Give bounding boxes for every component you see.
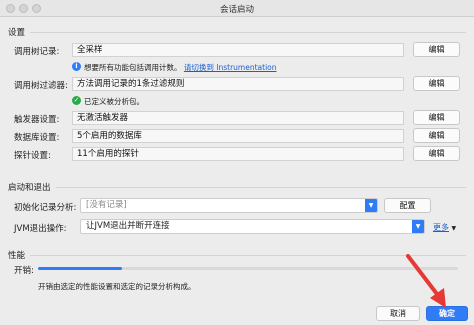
more-dropdown[interactable]: 更多 ▼ <box>433 222 456 233</box>
init-record-select[interactable]: [没有记录] ▼ <box>80 198 378 213</box>
startup-divider <box>56 187 466 188</box>
window-title: 会话启动 <box>219 5 254 15</box>
overhead-slider-fill <box>38 267 122 270</box>
call-tree-record-field: 全采样 <box>72 43 404 57</box>
startup-exit-heading: 启动和退出 <box>8 183 51 193</box>
session-startup-dialog: 会话启动 设置 调用树记录: 全采样 编辑 i 想要所有功能包括调用计数。 请切… <box>0 0 474 325</box>
jvm-exit-label: JVM退出操作: <box>14 224 67 234</box>
call-tree-filter-label: 调用树过滤器: <box>14 81 68 91</box>
call-tree-filter-field: 方法调用记录的1条过滤规则 <box>72 77 404 91</box>
hint-text: 想要所有功能包括调用计数。 <box>84 63 182 72</box>
title-bar: 会话启动 <box>0 0 474 17</box>
probe-label: 探针设置: <box>14 151 51 161</box>
chevron-down-icon: ▼ <box>451 225 457 232</box>
init-record-placeholder: [没有记录] <box>86 200 127 210</box>
call-tree-record-label: 调用树记录: <box>14 47 60 57</box>
info-icon: i <box>72 62 81 71</box>
performance-heading: 性能 <box>8 251 26 261</box>
chevron-down-icon: ▼ <box>365 199 377 212</box>
chevron-down-icon: ▼ <box>412 220 424 233</box>
check-icon: ✓ <box>72 96 81 105</box>
probe-edit-button[interactable]: 编辑 <box>413 146 460 161</box>
settings-divider <box>30 32 466 33</box>
settings-heading: 设置 <box>8 28 26 38</box>
overhead-label: 开销: <box>14 266 34 276</box>
more-link[interactable]: 更多 <box>433 223 449 232</box>
filter-status-text: 已定义被分析包。 <box>84 97 144 106</box>
trigger-edit-button[interactable]: 编辑 <box>413 110 460 125</box>
probe-field: 11个启用的探针 <box>72 147 404 161</box>
jvm-exit-select[interactable]: 让JVM退出并断开连接 ▼ <box>80 219 425 234</box>
annotation-arrow-icon <box>406 254 446 308</box>
instrumentation-hint: 想要所有功能包括调用计数。 请切换到 Instrumentation <box>84 62 277 73</box>
database-label: 数据库设置: <box>14 133 60 143</box>
database-field: 5个启用的数据库 <box>72 129 404 143</box>
trigger-label: 触发器设置: <box>14 115 60 125</box>
init-record-label: 初始化记录分析: <box>14 203 77 213</box>
switch-instrumentation-link[interactable]: 请切换到 Instrumentation <box>184 63 277 72</box>
call-tree-filter-edit-button[interactable]: 编辑 <box>413 76 460 91</box>
overhead-description: 开销由选定的性能设置和选定的记录分析构成。 <box>38 282 196 291</box>
overhead-slider[interactable] <box>38 267 458 270</box>
database-edit-button[interactable]: 编辑 <box>413 128 460 143</box>
jvm-exit-value: 让JVM退出并断开连接 <box>86 221 170 231</box>
configure-button[interactable]: 配置 <box>384 198 431 213</box>
call-tree-record-edit-button[interactable]: 编辑 <box>413 42 460 57</box>
trigger-field: 无激活触发器 <box>72 111 404 125</box>
